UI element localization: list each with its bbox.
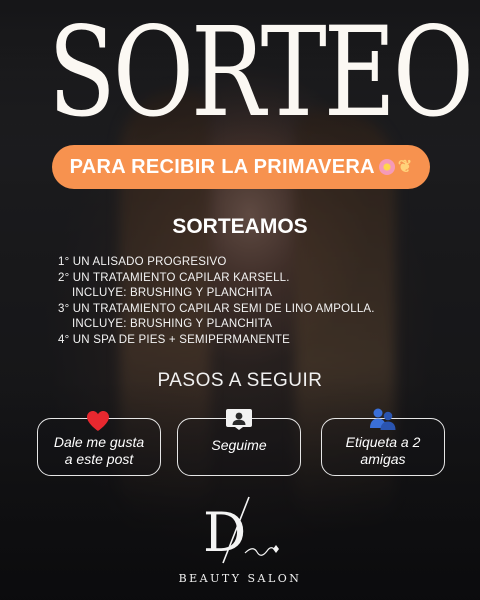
svg-text:D: D xyxy=(203,501,246,564)
banner-pill: PARA RECIBIR LA PRIMAVERA ❦ xyxy=(52,145,430,189)
prize-item-2: 2° UN TRATAMIENTO CAPILAR KARSELL. xyxy=(58,271,290,284)
step-follow-label: Seguime xyxy=(211,436,267,453)
people-icon xyxy=(370,408,396,430)
steps-heading: PASOS A SEGUIR xyxy=(157,370,323,391)
page-title: SORTEO xyxy=(48,1,474,145)
banner-text: PARA RECIBIR LA PRIMAVERA xyxy=(69,155,375,178)
person-icon xyxy=(226,409,252,430)
prizes-heading: SORTEAMOS xyxy=(172,215,308,238)
prize-item-4: 4° UN SPA DE PIES + SEMIPERMANENTE xyxy=(58,333,290,346)
step-like-label: Dale me gusta a este post xyxy=(53,434,145,467)
salon-name: BEAUTY SALON xyxy=(178,572,302,585)
prize-item-1: 1° UN ALISADO PROGRESIVO xyxy=(58,256,227,268)
salon-logo: D xyxy=(203,496,279,564)
step-tag-label: Etiqueta a 2 amigas xyxy=(345,434,421,467)
flower-icon xyxy=(378,159,395,175)
bouquet-icon: ❦ xyxy=(397,157,413,176)
prize-item-2-detail: INCLUYE: BRUSHING Y PLANCHITA xyxy=(72,287,273,299)
prizes-list: 1° UN ALISADO PROGRESIVO 2° UN TRATAMIEN… xyxy=(58,255,458,347)
prize-item-3: 3° UN TRATAMIENTO CAPILAR SEMI DE LINO A… xyxy=(58,302,375,315)
heart-icon xyxy=(87,411,109,431)
prize-item-3-detail: INCLUYE: BRUSHING Y PLANCHITA xyxy=(72,318,273,330)
